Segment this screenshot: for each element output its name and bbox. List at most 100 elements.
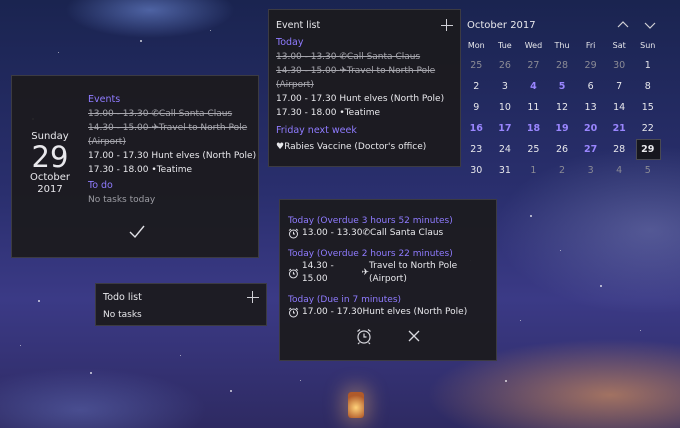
alarm-clock-icon (288, 307, 299, 318)
todo-empty-label: No tasks (103, 310, 142, 320)
close-icon[interactable] (405, 327, 423, 345)
calendar-day[interactable]: 25 (462, 60, 491, 71)
calendar-day[interactable]: 29 (633, 139, 662, 160)
calendar-day[interactable]: 14 (605, 102, 634, 113)
calendar-day[interactable]: 9 (462, 102, 491, 113)
reminder-item[interactable]: 13.00 - 13.30 ✆ Call Santa Claus (288, 227, 496, 240)
event-item[interactable]: 17.30 - 18.00 •Teatime (276, 106, 453, 120)
calendar-day[interactable]: 8 (633, 81, 662, 92)
weekday-label: Sat (612, 41, 626, 50)
add-task-icon[interactable] (247, 291, 259, 303)
event-title-continued: (Airport) (276, 80, 314, 90)
alarm-clock-icon (288, 228, 299, 239)
reminder-item[interactable]: 17.00 - 17.30 Hunt elves (North Pole) (288, 306, 496, 319)
calendar-day[interactable]: 30 (462, 165, 491, 176)
todo-list-title: Todo list (103, 291, 142, 303)
calendar-day[interactable]: 27 (576, 144, 605, 155)
weekday-header-row: Mon Tue Wed Thu Fri Sat Sun (462, 41, 662, 55)
chevron-up-icon[interactable] (616, 19, 630, 31)
calendar-day[interactable]: 22 (633, 123, 662, 134)
calendar-day[interactable]: 20 (576, 123, 605, 134)
event-item[interactable]: 13.00 - 13.30 ✆Call Santa Claus (88, 107, 258, 121)
next-week-events: ♥Rabies Vaccine (Doctor's office) (276, 140, 453, 154)
calendar-day[interactable]: 29 (576, 60, 605, 71)
event-time: 14.30 - 15.00 (88, 123, 149, 133)
airplane-icon: ✈ (361, 267, 369, 278)
calendar-day[interactable]: 17 (491, 123, 520, 134)
airplane-icon: ✈ (151, 123, 159, 133)
calendar-day[interactable]: 2 (462, 81, 491, 92)
calendar-day[interactable]: 11 (519, 102, 548, 113)
snooze-alarm-icon[interactable] (355, 327, 373, 345)
event-item[interactable]: ♥Rabies Vaccine (Doctor's office) (276, 140, 453, 154)
calendar-day[interactable]: 15 (633, 102, 662, 113)
event-title: Call Santa Claus (370, 228, 444, 238)
phone-icon: ✆ (362, 228, 371, 238)
calendar-day[interactable]: 5 (633, 165, 662, 176)
calendar-day[interactable]: 31 (491, 165, 520, 176)
alarm-clock-icon (288, 268, 299, 278)
calendar-week-row: 30 31 1 2 3 4 5 (462, 160, 662, 181)
event-title: Rabies Vaccine (Doctor's office) (284, 142, 427, 152)
reminder-due-label: Today (Due in 7 minutes) (288, 295, 402, 305)
chevron-down-icon[interactable] (643, 19, 657, 31)
event-title: Teatime (344, 108, 381, 118)
calendar-day[interactable]: 7 (605, 81, 634, 92)
today-label: Today (276, 37, 304, 48)
event-item[interactable]: 17.00 - 17.30 Hunt elves (North Pole) (276, 92, 453, 106)
event-time: 13.00 - 13.30 (302, 228, 363, 238)
calendar-week-row: 25 26 27 28 29 30 1 (462, 55, 662, 76)
add-event-icon[interactable] (441, 19, 453, 31)
calendar-day[interactable]: 16 (462, 123, 491, 134)
calendar-day[interactable]: 28 (548, 60, 577, 71)
events-list: 13.00 - 13.30 ✆Call Santa Claus 14.30 - 1… (88, 107, 258, 177)
calendar-day[interactable]: 12 (548, 102, 577, 113)
event-item[interactable]: 14.30 - 15.00 ✈Travel to North Pole (276, 64, 453, 78)
calendar-day[interactable]: 30 (605, 60, 634, 71)
calendar-day[interactable]: 26 (491, 60, 520, 71)
next-week-label: Friday next week (276, 125, 357, 136)
calendar-day[interactable]: 21 (605, 123, 634, 134)
calendar-day[interactable]: 2 (548, 165, 577, 176)
event-item[interactable]: 17.00 - 17.30 Hunt elves (North Pole) (88, 149, 258, 163)
calendar-day[interactable]: 26 (548, 144, 577, 155)
reminder-due-label: Today (Overdue 2 hours 22 minutes) (288, 249, 453, 259)
date-widget: Sunday 29 October 2017 Events 13.00 - 13… (11, 75, 259, 258)
event-time: 13.00 - 13.30 (276, 52, 337, 62)
calendar-day[interactable]: 4 (519, 81, 548, 92)
calendar-day[interactable]: 4 (605, 165, 634, 176)
event-title: Hunt elves (North Pole) (151, 151, 257, 161)
calendar-day[interactable]: 6 (576, 81, 605, 92)
calendar-day[interactable]: 13 (576, 102, 605, 113)
calendar-day[interactable]: 3 (576, 165, 605, 176)
calendar-week-row: 9 10 11 12 13 14 15 (462, 97, 662, 118)
checkmark-icon[interactable] (127, 222, 147, 242)
calendar-day[interactable]: 1 (519, 165, 548, 176)
event-title: Hunt elves (North Pole) (362, 307, 468, 317)
calendar-day[interactable]: 10 (491, 102, 520, 113)
event-item[interactable]: 14.30 - 15.00 ✈Travel to North Pole (88, 121, 258, 135)
calendar-grid: Mon Tue Wed Thu Fri Sat Sun 25 26 27 28 29 30 1 2 3 4 5 6 7… (462, 41, 662, 181)
calendar-day[interactable]: 5 (548, 81, 577, 92)
calendar-day[interactable]: 27 (519, 60, 548, 71)
calendar-day[interactable]: 3 (491, 81, 520, 92)
calendar-week-row: 23 24 25 26 27 28 29 (462, 139, 662, 160)
event-item[interactable]: 13.00 - 13.30 ✆Call Santa Claus (276, 50, 453, 64)
event-title: Travel to North Pole (346, 66, 436, 76)
calendar-day[interactable]: 25 (519, 144, 548, 155)
calendar-day[interactable]: 23 (462, 144, 491, 155)
reminder-item[interactable]: 14.30 - 15.00 ✈ Travel to North Pole (Air… (288, 260, 496, 286)
event-title: Call Santa Claus (158, 109, 233, 119)
event-item[interactable]: 17.30 - 18.00 •Teatime (88, 163, 258, 177)
calendar-day[interactable]: 1 (633, 60, 662, 71)
calendar-day[interactable]: 19 (548, 123, 577, 134)
calendar-widget: October 2017 Mon Tue Wed Thu Fri Sat Sun 25 26 27… (462, 13, 672, 188)
event-title: Hunt elves (North Pole) (339, 94, 445, 104)
calendar-week-row: 16 17 18 19 20 21 22 (462, 118, 662, 139)
calendar-day[interactable]: 18 (519, 123, 548, 134)
reminder-popup: Today (Overdue 3 hours 52 minutes) 13.00 … (279, 199, 497, 361)
event-time: 17.00 - 17.30 (302, 307, 363, 317)
calendar-day[interactable]: 24 (491, 144, 520, 155)
calendar-day[interactable]: 28 (605, 144, 634, 155)
calendar-month-label[interactable]: October 2017 (467, 20, 536, 31)
